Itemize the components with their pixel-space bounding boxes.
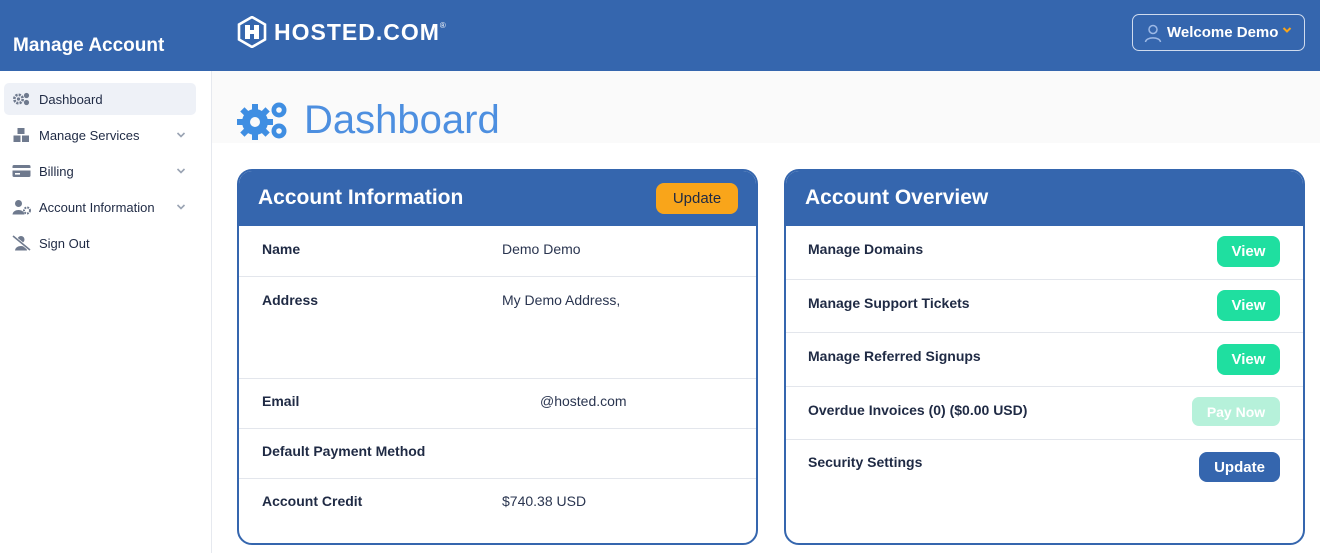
overview-row-security-settings: Security Settings Update: [786, 440, 1303, 543]
row-label: Security Settings: [808, 454, 923, 470]
card-header: Account Overview: [786, 171, 1303, 226]
cogs-icon: [12, 91, 31, 107]
row-label: Email: [262, 393, 300, 409]
sidebar-item-account-information[interactable]: Account Information: [4, 191, 196, 223]
welcome-label: Welcome Demo: [1167, 24, 1279, 41]
account-information-card: Account Information Update Name Demo Dem…: [237, 169, 758, 545]
welcome-menu-button[interactable]: Welcome Demo: [1132, 14, 1305, 51]
view-referred-signups-button[interactable]: View: [1217, 344, 1280, 375]
sidebar-item-label: Manage Services: [39, 127, 140, 143]
row-label: Manage Domains: [808, 241, 924, 257]
boxes-icon: [12, 127, 31, 143]
cogs-icon: [237, 102, 287, 140]
card-header: Account Information Update: [239, 171, 756, 226]
account-overview-card: Account Overview Manage Domains View Man…: [784, 169, 1305, 545]
chevron-down-icon: [176, 132, 186, 138]
sidebar-title: Manage Account: [13, 35, 165, 56]
row-label: Address: [262, 292, 319, 308]
view-domains-button[interactable]: View: [1217, 236, 1280, 267]
row-label: Default Payment Method: [262, 443, 426, 459]
card-title: Account Overview: [805, 186, 989, 209]
row-label: Manage Support Tickets: [808, 295, 970, 311]
sidebar: Dashboard Manage Services Billing Accoun…: [0, 71, 212, 553]
info-row-name: Name Demo Demo: [239, 226, 756, 277]
row-value: Demo Demo: [502, 241, 581, 257]
pay-now-button[interactable]: Pay Now: [1192, 397, 1280, 426]
overview-row-overdue-invoices: Overdue Invoices (0) ($0.00 USD) Pay Now: [786, 387, 1303, 440]
sidebar-item-manage-services[interactable]: Manage Services: [4, 119, 196, 151]
sidebar-item-dashboard[interactable]: Dashboard: [4, 83, 196, 115]
row-label: Name: [262, 241, 301, 257]
user-cog-icon: [12, 199, 31, 215]
info-row-payment-method: Default Payment Method: [239, 429, 756, 479]
logo-mark-icon: [237, 16, 267, 48]
chevron-down-icon: [176, 204, 186, 210]
sidebar-item-sign-out[interactable]: Sign Out: [4, 227, 196, 259]
info-row-email: Email @hosted.com: [239, 379, 756, 429]
row-value: My Demo Address,: [502, 292, 621, 308]
chevron-down-icon: [1282, 27, 1292, 33]
row-label: Manage Referred Signups: [808, 348, 981, 364]
sidebar-item-label: Dashboard: [39, 91, 103, 107]
row-label: Account Credit: [262, 493, 363, 509]
user-slash-icon: [12, 235, 31, 251]
sidebar-item-label: Billing: [39, 163, 74, 179]
logo[interactable]: HOSTED.COM®: [236, 16, 447, 48]
overview-row-support-tickets: Manage Support Tickets View: [786, 280, 1303, 333]
overview-row-referred-signups: Manage Referred Signups View: [786, 333, 1303, 387]
info-row-account-credit: Account Credit $740.38 USD: [239, 479, 756, 543]
sidebar-item-billing[interactable]: Billing: [4, 155, 196, 187]
view-support-tickets-button[interactable]: View: [1217, 290, 1280, 321]
info-row-address: Address My Demo Address,: [239, 277, 756, 379]
row-value: $740.38 USD: [502, 493, 587, 509]
update-security-button[interactable]: Update: [1199, 452, 1280, 482]
sidebar-item-label: Sign Out: [39, 235, 90, 251]
overview-row-domains: Manage Domains View: [786, 226, 1303, 280]
top-bar: Manage Account HOSTED.COM® Welcome Demo: [0, 0, 1320, 71]
update-account-button[interactable]: Update: [656, 183, 738, 214]
row-value: @hosted.com: [540, 393, 627, 409]
logo-text: HOSTED.COM®: [274, 18, 447, 45]
row-label: Overdue Invoices (0) ($0.00 USD): [808, 402, 1028, 418]
user-icon: [1144, 24, 1162, 42]
chevron-down-icon: [176, 168, 186, 174]
credit-card-icon: [12, 163, 31, 179]
page-title: Dashboard: [304, 98, 500, 142]
card-title: Account Information: [258, 186, 464, 209]
sidebar-item-label: Account Information: [39, 199, 155, 215]
